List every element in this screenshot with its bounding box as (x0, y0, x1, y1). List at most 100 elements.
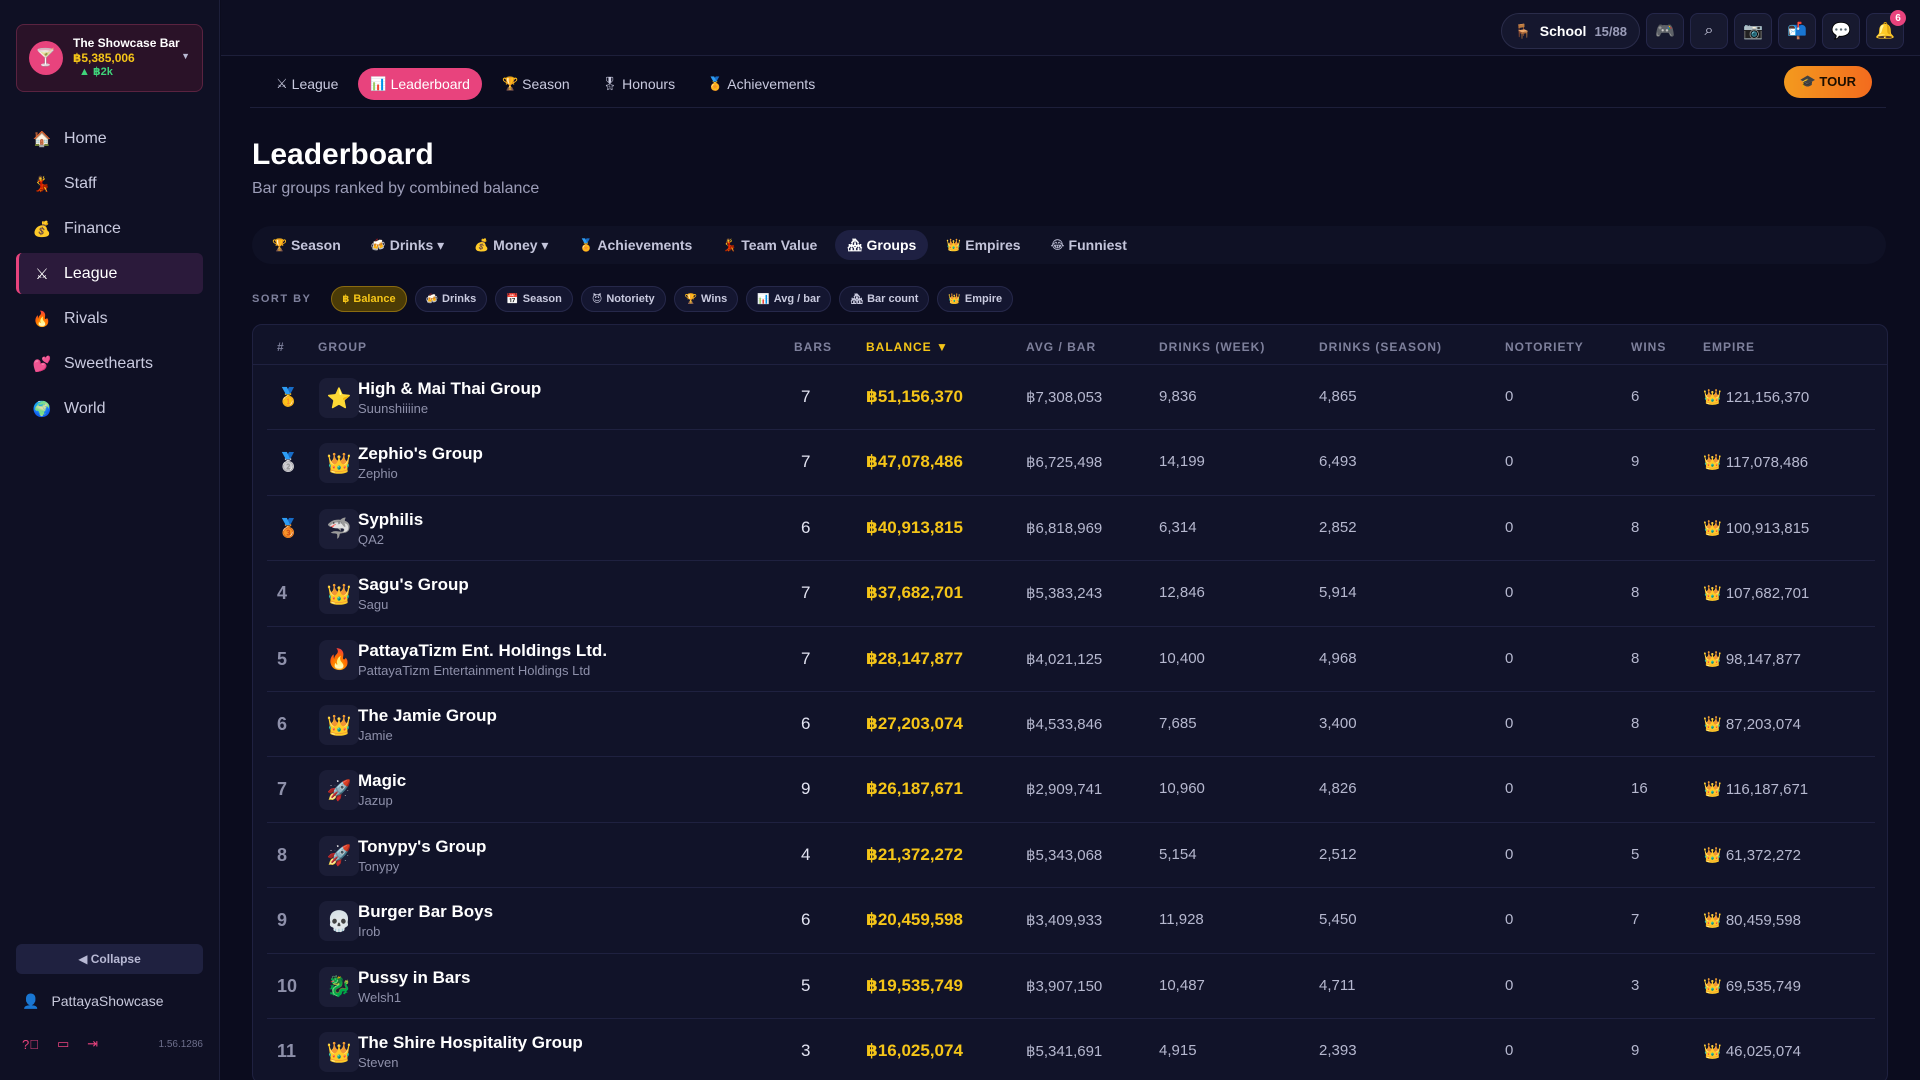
table-row[interactable]: 5 🔥 PattayaTizm Ent. Holdings Ltd. PattayaT… (267, 627, 1875, 692)
table-row[interactable]: 10 🐉 Pussy in Bars Welsh1 5 ฿19,535,749 ฿3,907… (267, 954, 1875, 1019)
sort-drinks[interactable]: 🍻 Drinks (414, 286, 488, 312)
col-notoriety[interactable]: NOTORIETY (1505, 340, 1584, 354)
sidebar-item-staff[interactable]: 💃 Staff (16, 163, 203, 204)
tab-leaderboard[interactable]: 📊 Leaderboard (358, 67, 482, 100)
group-name[interactable]: High & Mai Thai Group (358, 379, 541, 399)
group-name[interactable]: Magic (358, 771, 406, 791)
category-label: Drinks ▾ (389, 236, 445, 253)
group-name[interactable]: Zephio's Group (358, 444, 483, 464)
user-profile[interactable]: 👤 PattayaShowcase (16, 988, 203, 1014)
tab-honours[interactable]: 🎖 Honours (590, 68, 687, 100)
sidebar-item-sweethearts[interactable]: 💕 Sweethearts (16, 343, 203, 384)
sort-wins[interactable]: 🏆 Wins (673, 286, 739, 312)
table-row[interactable]: 🥈 👑 Zephio's Group Zephio 7 ฿47,078,486 ฿6,725… (267, 430, 1875, 496)
group-name[interactable]: The Jamie Group (358, 706, 497, 726)
collapse-button[interactable]: ◀ Collapse (16, 944, 203, 974)
sidebar-item-world[interactable]: 🌍 World (16, 388, 203, 429)
empire-value: 👑 117,078,486 (1703, 454, 1809, 472)
tab-league[interactable]: ⚔ League (264, 68, 350, 100)
sort-balance[interactable]: ฿ Balance (331, 286, 407, 312)
camera-button[interactable]: 📷 (1734, 13, 1772, 49)
logout-icon[interactable]: ⇥ (87, 1036, 98, 1052)
tab-achievements[interactable]: 🏅 Achievements (695, 68, 827, 100)
group-emblem-icon: 👑 (319, 443, 359, 484)
notoriety: 0 (1505, 715, 1514, 732)
school-button[interactable]: 🪑 School 15/88 (1501, 13, 1640, 49)
sidebar-item-label: Finance (64, 219, 121, 237)
tab-label: Leaderboard (390, 75, 470, 92)
group-balance: ฿20,459,598 (866, 910, 963, 930)
group-name[interactable]: PattayaTizm Ent. Holdings Ltd. (358, 641, 607, 661)
drinks-season: 5,450 (1319, 911, 1357, 929)
sort-empire[interactable]: 👑 Empire (937, 286, 1014, 312)
sidebar-item-rivals[interactable]: 🔥 Rivals (16, 298, 203, 339)
mailbox-button[interactable]: 📬 (1778, 13, 1816, 49)
avg-per-bar: ฿6,818,969 (1026, 519, 1103, 537)
group-owner: Tonypy (358, 858, 400, 874)
sort-barcount[interactable]: 🏘 Bar count (839, 286, 930, 312)
col-balance[interactable]: BALANCE ▼ (866, 340, 949, 354)
help-icon[interactable]: ?⃝ (22, 1037, 39, 1052)
sort-icon: 📊 (757, 293, 770, 305)
rank-number: 11 (277, 1041, 297, 1061)
sort-season[interactable]: 📅 Season (495, 286, 573, 312)
chat-button[interactable]: 💬 (1822, 13, 1860, 49)
group-name[interactable]: Syphilis (358, 510, 423, 530)
sidebar-item-league[interactable]: ⚔ League (16, 253, 203, 294)
col-bars[interactable]: BARS (794, 340, 832, 354)
table-row[interactable]: 🥉 🦈 Syphilis QA2 6 ฿40,913,815 ฿6,818,969 6,314… (267, 496, 1875, 562)
sort-notoriety[interactable]: 😈 Notoriety (580, 286, 666, 312)
gamepad-button[interactable]: 🎮 (1646, 13, 1684, 49)
notoriety: 0 (1505, 584, 1514, 602)
table-row[interactable]: 4 👑 Sagu's Group Sagu 7 ฿37,682,701 ฿5,383,243… (267, 561, 1875, 627)
group-owner: Suunshiiiine (358, 401, 429, 416)
group-balance: ฿51,156,370 (866, 387, 963, 406)
fire-icon: 🔥 (32, 310, 52, 328)
category-season[interactable]: 🏆 Season (260, 230, 353, 260)
category-achievements[interactable]: 🏅 Achievements (566, 230, 704, 260)
table-row[interactable]: 9 💀 Burger Bar Boys Irob 6 ฿20,459,598 ฿3,409,… (267, 888, 1875, 954)
col-group[interactable]: GROUP (318, 340, 367, 354)
category-empires[interactable]: 👑 Empires (934, 230, 1032, 260)
tour-button[interactable]: 🎓 TOUR (1783, 66, 1872, 98)
group-owner: PattayaTizm Entertainment Holdings Ltd (358, 662, 591, 678)
category-teamvalue[interactable]: 💃 Team Value (710, 230, 829, 260)
group-name[interactable]: Sagu's Group (358, 575, 469, 595)
sort-avgbar[interactable]: 📊 Avg / bar (746, 286, 832, 312)
bars-count: 6 (801, 714, 811, 733)
table-row[interactable]: 🥇 ⭐ High & Mai Thai Group Suunshiiiine 7 ฿51,… (267, 365, 1875, 431)
table-row[interactable]: 7 🚀 Magic Jazup 9 ฿26,187,671 ฿2,909,741 10,960… (267, 757, 1875, 823)
avg-per-bar: ฿2,909,741 (1026, 781, 1103, 799)
group-name[interactable]: Burger Bar Boys (358, 902, 493, 922)
category-groups[interactable]: 🏘 Groups (835, 230, 929, 260)
notifications-button[interactable]: 🔔 6 (1866, 10, 1906, 49)
col-avg-bar[interactable]: AVG / BAR (1026, 340, 1096, 354)
group-name[interactable]: Pussy in Bars (358, 968, 470, 988)
notoriety: 0 (1505, 911, 1514, 929)
avg-per-bar: ฿6,725,498 (1026, 454, 1103, 472)
table-row[interactable]: 11 👑 The Shire Hospitality Group Steven 3 ฿16… (267, 1019, 1875, 1080)
group-name[interactable]: Tonypy's Group (358, 837, 486, 857)
category-money[interactable]: 💰 Money ▾ (462, 230, 560, 260)
medal-icon: 🥇 (277, 387, 300, 407)
sidebar-item-finance[interactable]: 💰 Finance (16, 208, 203, 249)
group-name[interactable]: The Shire Hospitality Group (358, 1033, 583, 1053)
hearts-icon: 💕 (32, 355, 52, 373)
bar-balance-delta: ▲ ฿2k (79, 66, 113, 79)
col-drinks-season[interactable]: DRINKS (SEASON) (1319, 340, 1442, 354)
bar-switcher[interactable]: 🍸 The Showcase Bar ฿5,385,006 ▲ ฿2k ▼ (16, 24, 203, 92)
search-button[interactable]: ⌕ (1690, 13, 1728, 49)
col-wins[interactable]: WINS (1631, 340, 1666, 354)
col-empire[interactable]: EMPIRE (1703, 340, 1755, 354)
tab-season[interactable]: 🏆 Season (490, 68, 582, 100)
category-funniest[interactable]: 😂 Funniest (1039, 230, 1139, 260)
sort-label: Avg / bar (773, 293, 821, 305)
sidebar-item-home[interactable]: 🏠 Home (16, 118, 203, 159)
col-drinks-week[interactable]: DRINKS (WEEK) (1159, 340, 1265, 354)
table-row[interactable]: 8 🚀 Tonypy's Group Tonypy 4 ฿21,372,272 ฿5,343… (267, 823, 1875, 889)
table-row[interactable]: 6 👑 The Jamie Group Jamie 6 ฿27,203,074 ฿4,533… (267, 692, 1875, 758)
feedback-icon[interactable]: ▭ (57, 1036, 69, 1052)
tab-label: Achievements (727, 75, 816, 92)
category-drinks[interactable]: 🍻 Drinks ▾ (359, 230, 456, 260)
leaderboard-categories: 🏆 Season 🍻 Drinks ▾ 💰 Money ▾ 🏅 Achievements 💃 Te… (252, 226, 1886, 264)
